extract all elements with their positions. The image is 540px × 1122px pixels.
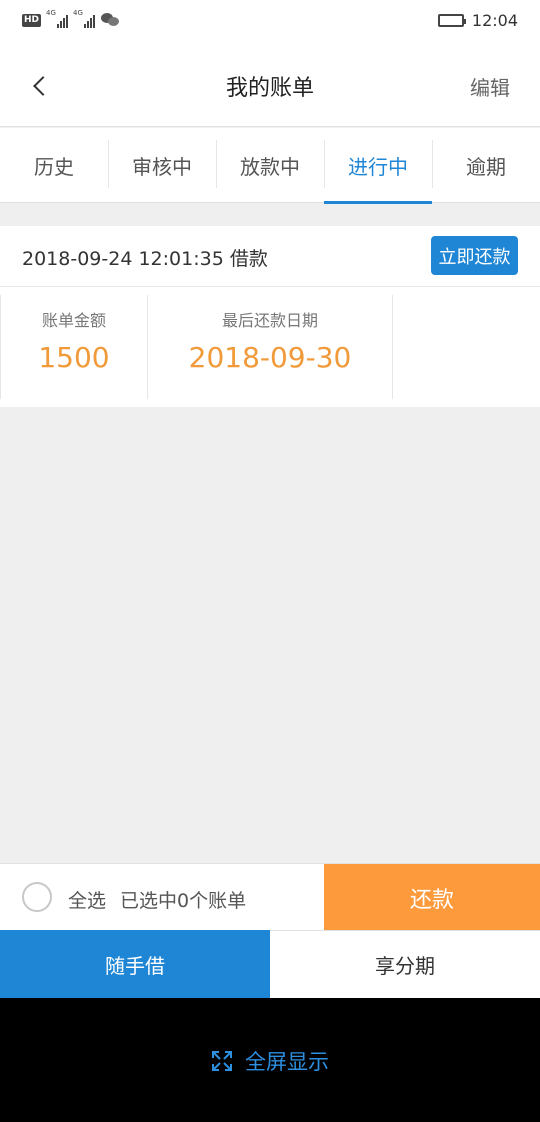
bill-details: 账单金额 1500 最后还款日期 2018-09-30: [0, 287, 540, 406]
bill-amount-label: 账单金额: [41, 311, 106, 330]
repay-now-button[interactable]: 立即还款: [431, 236, 518, 275]
tab-history[interactable]: 历史: [0, 128, 108, 203]
tab-disbursing[interactable]: 放款中: [216, 128, 324, 203]
selected-count: 已选中0个账单: [120, 890, 247, 912]
hd-badge: HD: [22, 13, 42, 27]
action-row: 全选 已选中0个账单 还款: [0, 863, 540, 931]
due-date-value: 2018-09-30: [188, 341, 352, 374]
status-right: 12:04: [437, 11, 518, 30]
due-date-label: 最后还款日期: [221, 311, 318, 330]
fullscreen-label: 全屏显示: [245, 1050, 329, 1074]
nav-bar: 我的账单 编辑: [0, 44, 540, 127]
bill-amount-cell: 账单金额 1500: [0, 295, 148, 399]
signal-icon: 4G: [73, 9, 96, 28]
edit-button[interactable]: 编辑: [470, 72, 510, 101]
tab-overdue[interactable]: 逾期: [432, 128, 540, 203]
tab-reviewing[interactable]: 审核中: [108, 128, 216, 203]
bottom-tab-quick-loan[interactable]: 随手借: [0, 930, 270, 998]
repay-button[interactable]: 还款: [324, 864, 540, 931]
bottom-tab-installment[interactable]: 享分期: [270, 930, 540, 998]
bill-card[interactable]: 2018-09-24 12:01:35 借款 立即还款 账单金额 1500 最后…: [0, 226, 540, 407]
status-left: HD 4G 4G: [22, 9, 120, 28]
select-all-label[interactable]: 全选: [68, 886, 106, 913]
battery-icon: [437, 14, 466, 27]
expand-icon: [212, 1051, 232, 1071]
status-tabs: 历史 审核中 放款中 进行中 逾期: [0, 128, 540, 204]
select-all-checkbox[interactable]: [22, 882, 52, 912]
signal-icon: 4G: [46, 9, 69, 28]
fullscreen-bar: 全屏显示: [0, 998, 540, 1122]
status-time: 12:04: [471, 11, 518, 30]
bill-time: 2018-09-24 12:01:35 借款: [22, 248, 268, 270]
wechat-icon: [101, 13, 120, 27]
tab-in-progress[interactable]: 进行中: [324, 128, 432, 204]
bill-amount-value: 1500: [38, 341, 110, 374]
page-title: 我的账单: [225, 76, 314, 101]
bill-header: 2018-09-24 12:01:35 借款 立即还款: [0, 226, 540, 287]
due-date-cell: 最后还款日期 2018-09-30: [148, 295, 393, 399]
bottom-tabs: 随手借 享分期: [0, 930, 540, 998]
status-bar: HD 4G 4G 12:04: [0, 0, 540, 44]
fullscreen-button[interactable]: 全屏显示: [0, 1046, 540, 1076]
